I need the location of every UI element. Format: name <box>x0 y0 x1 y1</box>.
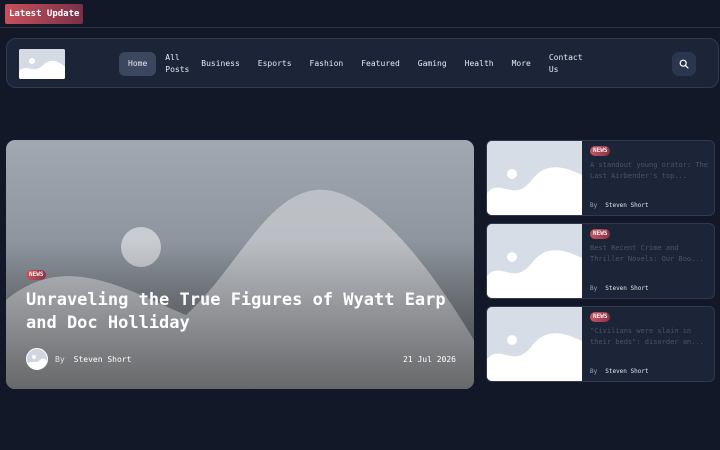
category-badge[interactable]: NEWS <box>590 146 611 156</box>
image-placeholder-icon <box>487 224 582 298</box>
post-date: 21 Jul 2026 <box>403 354 456 364</box>
image-placeholder-icon <box>487 307 582 381</box>
author-name[interactable]: Steven Short <box>605 285 648 292</box>
by-label: By <box>55 354 65 364</box>
author-name[interactable]: Steven Short <box>74 355 132 364</box>
category-badge[interactable]: NEWS <box>590 312 611 322</box>
site-header: Home All Posts Business Esports Fashion … <box>6 38 719 88</box>
nav-item-contact-us[interactable]: Contact Us <box>540 52 583 76</box>
side-post-title[interactable]: "Civilians were slain in their beds": di… <box>590 326 710 352</box>
image-placeholder-icon <box>487 141 582 215</box>
post-thumbnail[interactable] <box>487 141 582 215</box>
side-post-card[interactable]: NEWS "Civilians were slain in their beds… <box>486 306 715 382</box>
side-post-meta: By Steven Short <box>590 285 649 292</box>
nav-item-all-posts[interactable]: All Posts <box>156 52 192 76</box>
featured-post[interactable]: NEWS Unraveling the True Figures of Wyat… <box>6 140 474 389</box>
author-avatar[interactable] <box>26 348 48 370</box>
nav-item-featured[interactable]: Featured <box>352 52 409 76</box>
nav-item-business[interactable]: Business <box>192 52 249 76</box>
by-label: By <box>590 368 598 375</box>
nav-item-more[interactable]: More <box>503 52 540 76</box>
side-post-meta: By Steven Short <box>590 202 649 209</box>
latest-update-badge[interactable]: Latest Update <box>5 4 84 24</box>
post-thumbnail[interactable] <box>487 224 582 298</box>
category-badge[interactable]: NEWS <box>590 229 611 239</box>
nav-item-esports[interactable]: Esports <box>249 52 301 76</box>
avatar-placeholder-icon <box>27 355 47 369</box>
top-bar: Latest Update <box>0 0 720 28</box>
side-post-card[interactable]: NEWS Best Recent Crime and Thriller Nove… <box>486 223 715 299</box>
side-post-title[interactable]: Best Recent Crime and Thriller Novels: O… <box>590 243 710 269</box>
category-badge[interactable]: NEWS <box>26 270 47 280</box>
search-icon <box>679 59 689 69</box>
side-post-card[interactable]: NEWS A standout young orator: The Last A… <box>486 140 715 216</box>
featured-post-meta: By Steven Short 21 Jul 2026 <box>26 348 456 370</box>
author-name[interactable]: Steven Short <box>605 368 648 375</box>
side-post-title[interactable]: A standout young orator: The Last Airben… <box>590 160 710 186</box>
by-label: By <box>590 202 598 209</box>
author-name[interactable]: Steven Short <box>605 202 648 209</box>
search-button[interactable] <box>672 52 696 76</box>
nav-item-home[interactable]: Home <box>119 52 157 76</box>
side-post-meta: By Steven Short <box>590 368 649 375</box>
nav-item-gaming[interactable]: Gaming <box>409 52 456 76</box>
logo-placeholder-icon <box>19 49 65 79</box>
main-nav: Home All Posts Business Esports Fashion … <box>119 51 583 77</box>
by-label: By <box>590 285 598 292</box>
nav-item-health[interactable]: Health <box>456 52 503 76</box>
nav-item-fashion[interactable]: Fashion <box>301 52 353 76</box>
post-thumbnail[interactable] <box>487 307 582 381</box>
site-logo[interactable] <box>19 49 65 79</box>
featured-post-title[interactable]: Unraveling the True Figures of Wyatt Ear… <box>26 289 456 335</box>
